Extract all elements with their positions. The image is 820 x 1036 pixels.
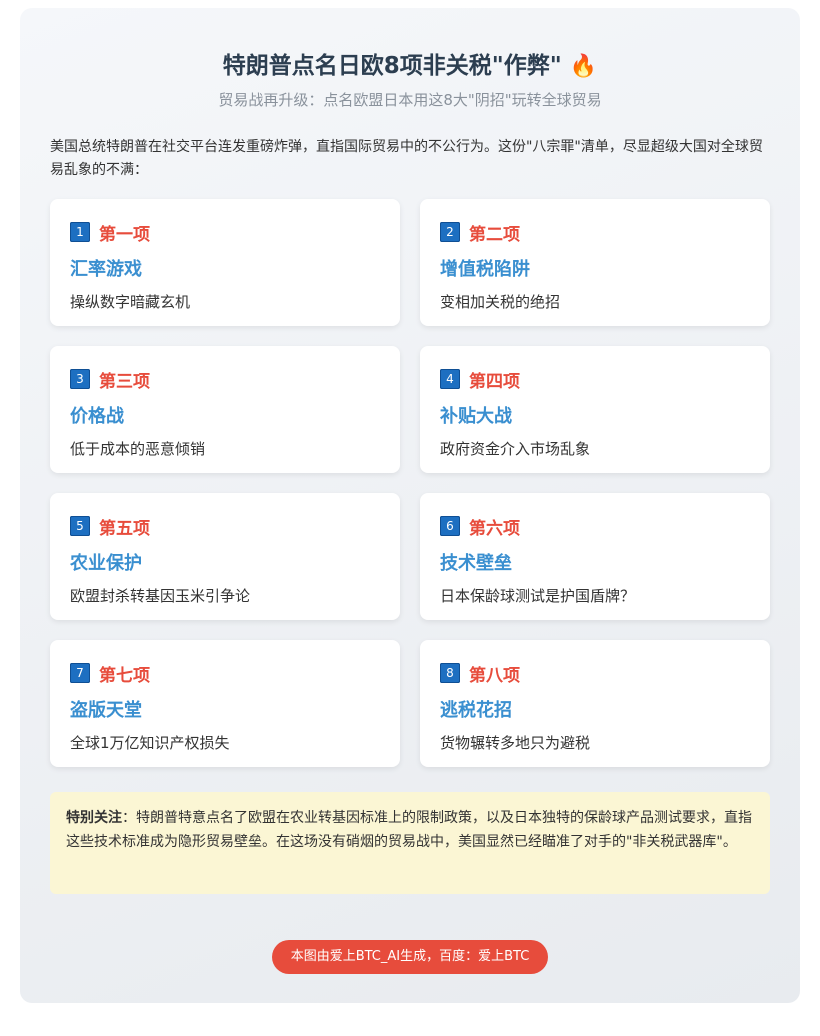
page-subtitle: 贸易战再升级：点名欧盟日本用这8大"阴招"玩转全球贸易 <box>218 91 602 109</box>
item-name: 汇率游戏 <box>70 259 142 280</box>
page-title: 特朗普点名日欧8项非关税"作弊" 🔥 <box>20 46 800 80</box>
number-2-icon: 2 <box>440 222 460 242</box>
item-desc: 货物辗转多地只为避税 <box>440 734 591 752</box>
item-rank: 第二项 <box>469 224 520 245</box>
number-4-icon: 4 <box>440 369 460 389</box>
item-desc: 全球1万亿知识产权损失 <box>70 734 230 752</box>
item-desc: 政府资金介入市场乱象 <box>440 440 591 458</box>
item-name: 技术壁垒 <box>440 553 512 574</box>
item-card-3: 3 第三项 价格战 低于成本的恶意倾销 <box>50 346 400 473</box>
item-rank: 第八项 <box>469 665 520 686</box>
intro-paragraph: 美国总统特朗普在社交平台连发重磅炸弹，直指国际贸易中的不公行为。这份"八宗罪"清… <box>50 139 763 178</box>
item-rank: 第一项 <box>99 224 150 245</box>
fire-icon: 🔥 <box>569 54 598 79</box>
item-card-4: 4 第四项 补贴大战 政府资金介入市场乱象 <box>420 346 770 473</box>
item-card-5: 5 第五项 农业保护 欧盟封杀转基因玉米引争论 <box>50 493 400 620</box>
item-card-6: 6 第六项 技术壁垒 日本保龄球测试是护国盾牌？ <box>420 493 770 620</box>
item-card-7: 7 第七项 盗版天堂 全球1万亿知识产权损失 <box>50 640 400 767</box>
item-card-2: 2 第二项 增值税陷阱 变相加关税的绝招 <box>420 199 770 326</box>
number-8-icon: 8 <box>440 663 460 683</box>
number-1-icon: 1 <box>70 222 90 242</box>
item-name: 盗版天堂 <box>70 700 142 721</box>
item-card-1: 1 第一项 汇率游戏 操纵数字暗藏玄机 <box>50 199 400 326</box>
number-3-icon: 3 <box>70 369 90 389</box>
item-rank: 第五项 <box>99 518 150 539</box>
item-desc: 低于成本的恶意倾销 <box>70 440 206 458</box>
item-desc: 日本保龄球测试是护国盾牌？ <box>440 587 636 605</box>
item-rank: 第六项 <box>469 518 520 539</box>
infographic-panel: 特朗普点名日欧8项非关税"作弊" 🔥 贸易战再升级：点名欧盟日本用这8大"阴招"… <box>20 8 800 1003</box>
item-desc: 操纵数字暗藏玄机 <box>70 293 191 311</box>
item-rank: 第四项 <box>469 371 520 392</box>
number-5-icon: 5 <box>70 516 90 536</box>
note-text: ：特朗普特意点名了欧盟在农业转基因标准上的限制政策，以及日本独特的保龄球产品测试… <box>66 810 752 850</box>
item-name: 农业保护 <box>70 553 142 574</box>
item-desc: 变相加关税的绝招 <box>440 293 561 311</box>
note-label: 特别关注 <box>66 810 122 826</box>
item-name: 逃税花招 <box>440 700 512 721</box>
generator-badge: 本图由爱上BTC_AI生成，百度：爱上BTC <box>272 940 548 974</box>
number-6-icon: 6 <box>440 516 460 536</box>
special-note: 特别关注：特朗普特意点名了欧盟在农业转基因标准上的限制政策，以及日本独特的保龄球… <box>50 792 770 894</box>
item-name: 增值税陷阱 <box>440 259 530 280</box>
item-rank: 第三项 <box>99 371 150 392</box>
item-name: 补贴大战 <box>440 406 512 427</box>
title-text: 特朗普点名日欧8项非关税"作弊" <box>222 53 562 79</box>
item-name: 价格战 <box>70 406 124 427</box>
item-rank: 第七项 <box>99 665 150 686</box>
number-7-icon: 7 <box>70 663 90 683</box>
item-card-8: 8 第八项 逃税花招 货物辗转多地只为避税 <box>420 640 770 767</box>
item-desc: 欧盟封杀转基因玉米引争论 <box>70 587 251 605</box>
